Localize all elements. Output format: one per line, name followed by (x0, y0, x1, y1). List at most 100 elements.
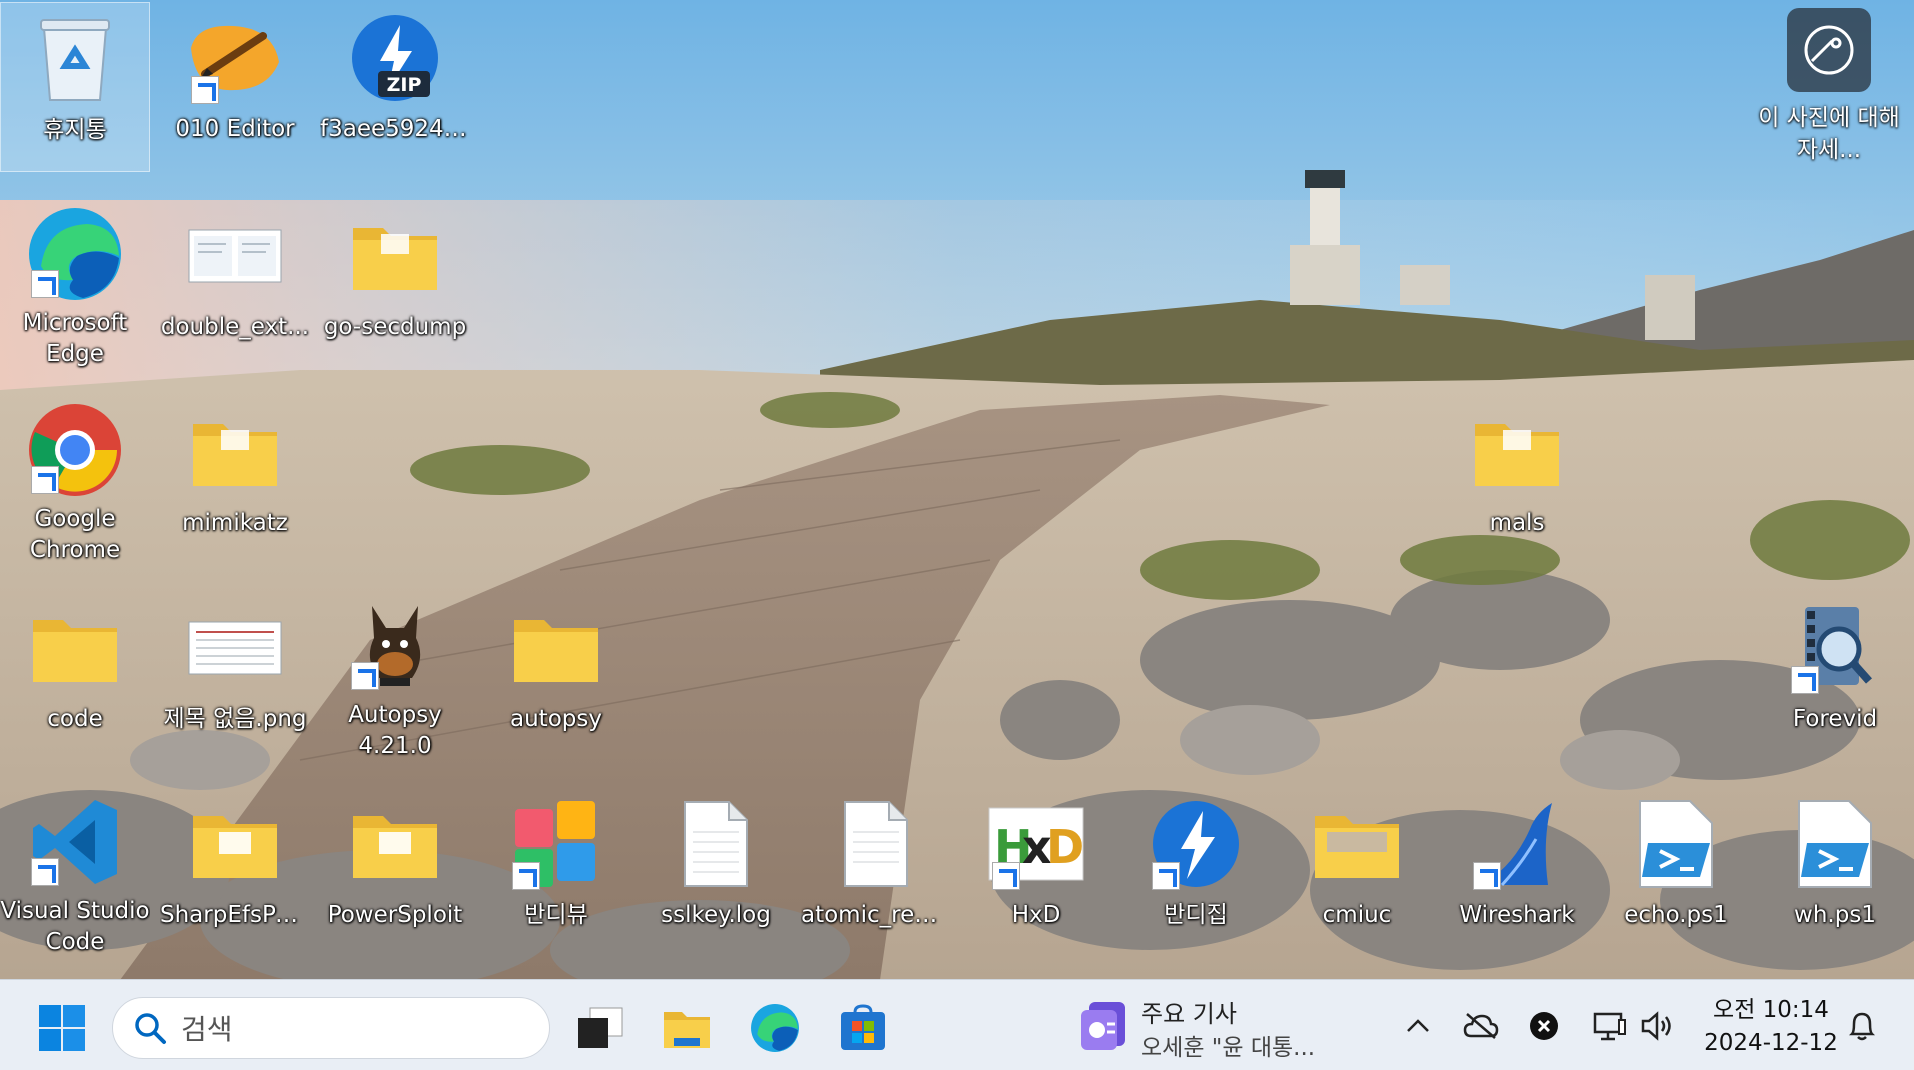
news-widget[interactable]: 주요 기사 오세훈 "윤 대통... (1075, 992, 1375, 1062)
taskbar-search-box[interactable]: 검색 (112, 997, 550, 1059)
desktop-icon-wireshark[interactable]: Wireshark (1442, 788, 1592, 958)
bandiview-icon (506, 794, 606, 894)
icon-label: PowerSploit (327, 902, 463, 928)
image-file-icon (185, 598, 285, 698)
powershell-file-icon (1785, 794, 1885, 894)
desktop-icon-cmiuc[interactable]: cmiuc (1282, 788, 1432, 958)
network-icon[interactable] (1588, 1004, 1632, 1048)
news-title: 주요 기사 (1141, 1000, 1237, 1028)
file-explorer-icon[interactable] (652, 998, 722, 1058)
icon-label: f3aee592427... (320, 116, 470, 142)
icon-label: Microsoft Edge (22, 310, 128, 368)
folder-icon (345, 794, 445, 894)
desktop-icon-microsoft-edge[interactable]: Microsoft Edge (0, 200, 150, 370)
icon-label: mimikatz (182, 510, 288, 536)
clock-time: 오전 10:14 (1713, 997, 1829, 1023)
icon-label: 휴지통 (43, 117, 107, 143)
search-icon (133, 1011, 167, 1045)
icon-label: sslkey.log (661, 902, 771, 928)
task-view-icon[interactable] (565, 998, 635, 1058)
desktop-icon-hxd[interactable]: HxD HxD (961, 788, 1111, 958)
folder-icon (506, 598, 606, 698)
camera-info-icon (1787, 8, 1871, 92)
desktop-icon-autopsy-app[interactable]: Autopsy 4.21.0 (320, 592, 470, 762)
learn-about-photo-button[interactable]: 이 사진에 대해 자세... (1754, 8, 1904, 166)
svg-text:ZIP: ZIP (387, 74, 422, 96)
onedrive-offline-icon[interactable] (1458, 1004, 1504, 1048)
icon-label: 반디집 (1164, 902, 1228, 928)
image-file-icon (185, 206, 285, 306)
taskbar-clock[interactable]: 오전 10:14 2024-12-12 (1696, 994, 1846, 1060)
hxd-icon: HxD (986, 794, 1086, 894)
desktop-icon-echo-ps1[interactable]: echo.ps1 (1601, 788, 1751, 958)
desktop-icon-go-secdump[interactable]: go-secdump (320, 200, 470, 370)
icon-label: echo.ps1 (1624, 902, 1728, 928)
desktop-icon-bandiview[interactable]: 반디뷰 (481, 788, 631, 958)
folder-icon (185, 402, 285, 502)
close-circle-icon[interactable] (1522, 1004, 1566, 1048)
windows-start-icon[interactable] (30, 998, 94, 1058)
recycle-bin-icon (25, 9, 125, 109)
bell-icon[interactable] (1840, 1004, 1884, 1048)
bandizip-icon (1146, 794, 1246, 894)
photo-info-label: 이 사진에 대해 자세... (1758, 105, 1900, 163)
volume-icon[interactable] (1636, 1004, 1680, 1048)
icon-label: 010 Editor (175, 116, 295, 142)
shortcut-arrow-icon (512, 862, 540, 890)
text-file-icon (666, 794, 766, 894)
desktop-icon-vscode[interactable]: Visual Studio Code (0, 788, 150, 958)
clock-date: 2024-12-12 (1704, 1030, 1838, 1056)
desktop-icon-powersploit[interactable]: PowerSploit (320, 788, 470, 958)
icon-label: HxD (1011, 902, 1061, 928)
icon-label: double_ext... (160, 314, 310, 340)
icon-label: go-secdump (323, 314, 467, 340)
shortcut-arrow-icon (31, 270, 59, 299)
powershell-file-icon (1626, 794, 1726, 894)
desktop-icon-atomic-redteam[interactable]: atomic_redt... (801, 788, 951, 958)
desktop-icon-mimikatz[interactable]: mimikatz (160, 396, 310, 566)
wireshark-icon (1467, 794, 1567, 894)
icon-label: SharpEfsPot... (160, 902, 310, 928)
shortcut-arrow-icon (31, 466, 59, 495)
desktop-icon-sslkey-log[interactable]: sslkey.log (641, 788, 791, 958)
icon-label: Forevid (1792, 706, 1878, 732)
desktop-icon-mals[interactable]: mals (1442, 396, 1592, 566)
desktop-icon-double-ext[interactable]: double_ext... (160, 200, 310, 370)
desktop-icon-google-chrome[interactable]: Google Chrome (0, 396, 150, 566)
desktop-icon-bandizip[interactable]: 반디집 (1121, 788, 1271, 958)
folder-icon (1467, 402, 1567, 502)
shortcut-arrow-icon (1152, 862, 1180, 890)
folder-icon (25, 598, 125, 698)
autopsy-icon (345, 598, 445, 694)
icon-label: wh.ps1 (1794, 902, 1876, 928)
desktop-icon-wh-ps1[interactable]: wh.ps1 (1760, 788, 1910, 958)
desktop-icon-sharpefspot[interactable]: SharpEfsPot... (160, 788, 310, 958)
editor-icon (185, 8, 285, 108)
chevron-up-icon[interactable] (1398, 1006, 1438, 1046)
desktop-icon-autopsy-folder[interactable]: autopsy (481, 592, 631, 762)
shortcut-arrow-icon (31, 858, 59, 887)
icon-label: Visual Studio Code (0, 898, 150, 956)
chrome-icon (25, 402, 125, 498)
text-file-icon (826, 794, 926, 894)
desktop-icon-code[interactable]: code (0, 592, 150, 762)
shortcut-arrow-icon (1473, 862, 1501, 890)
folder-icon (1307, 794, 1407, 894)
icon-label: Wireshark (1459, 902, 1575, 928)
desktop-icon-010-editor[interactable]: 010 Editor (160, 2, 310, 172)
desktop-icon-recycle-bin[interactable]: 휴지통 (0, 2, 150, 172)
icon-label: atomic_redt... (801, 902, 951, 928)
icon-label: 반디뷰 (524, 902, 588, 928)
icon-label: autopsy (510, 706, 602, 732)
edge-icon[interactable] (740, 998, 810, 1058)
news-icon (1079, 1000, 1129, 1056)
microsoft-store-icon[interactable] (828, 998, 898, 1058)
desktop-icon-untitled-png[interactable]: 제목 없음.png (160, 592, 310, 762)
desktop-icon-zip[interactable]: ZIP f3aee592427... (320, 2, 470, 172)
shortcut-arrow-icon (1791, 666, 1819, 694)
desktop-icon-forevid[interactable]: Forevid (1760, 592, 1910, 762)
icon-label: code (47, 706, 103, 732)
icon-label: mals (1489, 510, 1545, 536)
vscode-icon (25, 794, 125, 890)
icon-label: Google Chrome (29, 506, 121, 564)
